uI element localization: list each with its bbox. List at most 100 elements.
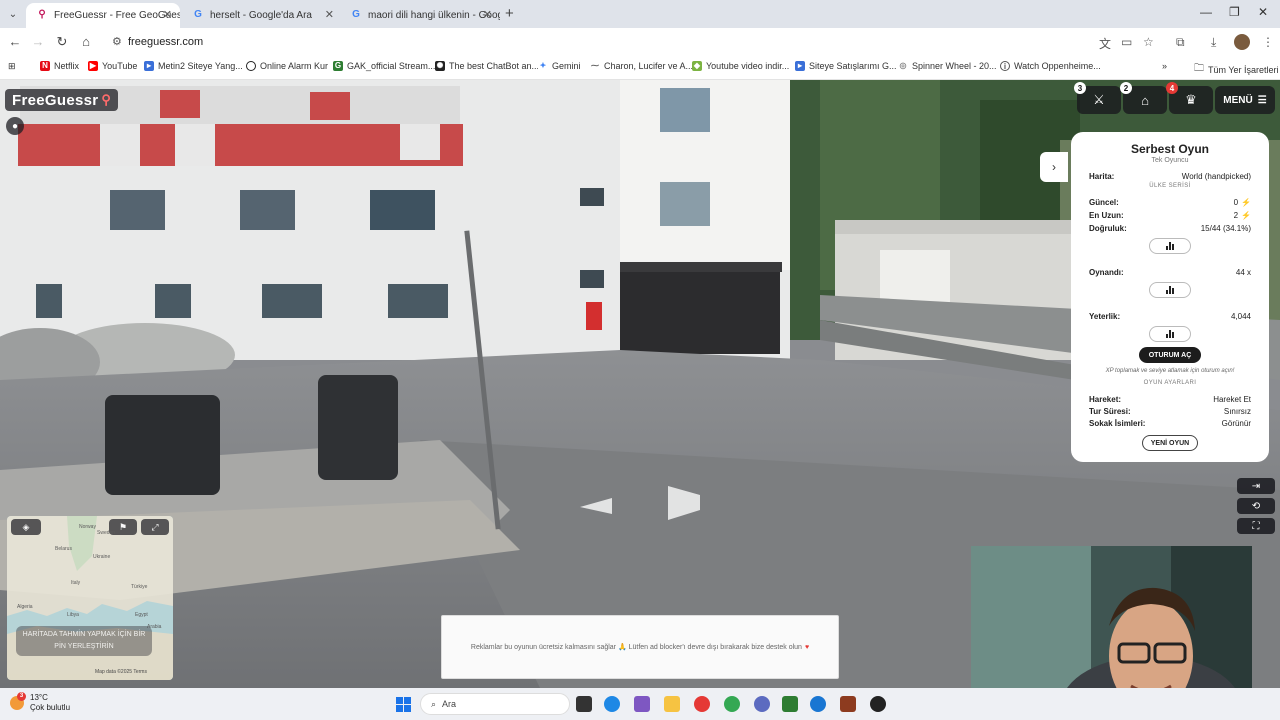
- weather-condition: Çok bulutlu: [30, 703, 71, 712]
- weather-badge: 3: [17, 692, 26, 701]
- bookmark-gak[interactable]: G GAK_official Stream...: [333, 61, 435, 71]
- restore-button[interactable]: ❐: [1229, 5, 1240, 19]
- stats-button[interactable]: [1149, 238, 1191, 254]
- bookmark-metin2[interactable]: ▸ Metin2 Siteye Yang...: [144, 61, 243, 71]
- login-note: XP toplamak ve seviye atlamak için oturu…: [1105, 368, 1235, 374]
- url-text: freeguessr.com: [128, 36, 204, 48]
- reload-button[interactable]: ↻: [54, 34, 70, 50]
- tab-bar: ⌄ ⚲ FreeGuessr - Free GeoGuessr A ✕ G he…: [0, 0, 1280, 28]
- profile-avatar[interactable]: [1234, 34, 1250, 50]
- close-icon[interactable]: ✕: [163, 8, 172, 21]
- streamer-face-image: [971, 546, 1252, 688]
- skill-row: Yeterlik: 4,044: [1089, 312, 1251, 321]
- chevron-right-icon: ›: [1052, 160, 1056, 174]
- excel-icon[interactable]: [782, 696, 798, 712]
- media-player-icon[interactable]: [694, 696, 710, 712]
- more-menu-icon[interactable]: ⋮: [1262, 35, 1274, 49]
- bolt-icon: ⚡: [1241, 198, 1251, 207]
- copilot-icon[interactable]: [634, 696, 650, 712]
- bar-chart-icon: [1166, 286, 1174, 294]
- played-row: Oynandı: 44 x: [1089, 268, 1251, 277]
- search-icon: ⌕: [431, 698, 437, 709]
- chrome-icon[interactable]: [724, 696, 740, 712]
- stats-button[interactable]: [1149, 282, 1191, 298]
- bookmark-youtube-download[interactable]: ◆ Youtube video indir...: [692, 61, 789, 71]
- game-icon[interactable]: [840, 696, 856, 712]
- taskbar-search[interactable]: ⌕ Ara: [420, 693, 570, 715]
- back-button[interactable]: ←: [7, 34, 23, 49]
- tab-freeguessr[interactable]: ⚲ FreeGuessr - Free GeoGuessr A ✕: [26, 3, 180, 28]
- place-pin-hint: HARİTADA TAHMİN YAPMAK İÇİN BİR PİN YERL…: [16, 626, 152, 656]
- bookmark-youtube[interactable]: ▶ YouTube: [88, 61, 137, 71]
- store-button[interactable]: 2 ⌂: [1120, 82, 1167, 114]
- extensions-icon[interactable]: ⧉: [1176, 35, 1185, 50]
- bar-chart-icon: [1166, 330, 1174, 338]
- menu-button[interactable]: MENÜ ☰: [1215, 86, 1275, 114]
- expand-arrow-icon[interactable]: ⇥: [1237, 478, 1275, 494]
- collapse-panel-button[interactable]: ›: [1040, 152, 1068, 182]
- user-icon[interactable]: ●: [6, 117, 24, 135]
- app-icon[interactable]: [810, 696, 826, 712]
- new-tab-button[interactable]: +: [505, 5, 514, 22]
- minimize-button[interactable]: —: [1200, 5, 1212, 19]
- layers-icon[interactable]: ◈: [11, 519, 41, 535]
- section-settings: OYUN AYARLARI: [1143, 380, 1197, 386]
- browser-toolbar: ← → ↻ ⌂ ⚙ freeguessr.com 文 ▭ ☆ ⧉ ⤓ ⋮: [0, 28, 1280, 56]
- site-info-icon[interactable]: ⚙: [112, 35, 122, 48]
- fullscreen-icon[interactable]: ⛶: [1237, 518, 1275, 534]
- new-game-button[interactable]: YENİ OYUN: [1142, 435, 1198, 451]
- web-icon: ⁓: [590, 61, 600, 71]
- bookmark-spinner[interactable]: ◎ Spinner Wheel - 20...: [898, 61, 997, 71]
- more-bookmarks-icon[interactable]: »: [1162, 61, 1167, 71]
- cast-icon[interactable]: ▭: [1121, 35, 1132, 49]
- bookmark-charon[interactable]: ⁓ Charon, Lucifer ve A...: [590, 61, 693, 71]
- undo-icon[interactable]: ⟲: [1237, 498, 1275, 514]
- round-time-row: Tur Süresi: Sınırsız: [1089, 406, 1251, 416]
- windows-taskbar: 3 13°C Çok bulutlu ⌕ Ara: [0, 688, 1280, 720]
- close-window-button[interactable]: ✕: [1258, 5, 1268, 19]
- tab-google-search-2[interactable]: G maori dili hangi ülkenin - Goog ✕: [340, 3, 500, 28]
- download-icon: ◆: [692, 61, 702, 71]
- task-view-icon[interactable]: [576, 696, 592, 712]
- trophy-button[interactable]: 4 ♛: [1166, 82, 1213, 114]
- address-bar[interactable]: ⚙ freeguessr.com: [102, 30, 1122, 54]
- file-explorer-icon[interactable]: [664, 696, 680, 712]
- close-icon[interactable]: ✕: [325, 8, 334, 21]
- discord-icon[interactable]: [754, 696, 770, 712]
- bookmark-netflix[interactable]: N Netflix: [40, 61, 79, 71]
- battle-button[interactable]: 3 ⚔: [1074, 82, 1121, 114]
- freeguessr-logo[interactable]: FreeGuessr ⚲: [5, 89, 119, 111]
- guess-minimap[interactable]: ◈ ⚑ ⤢ Norway Sweden Belarus Ukraine Türk…: [7, 516, 173, 680]
- trophy-count-badge: 4: [1166, 82, 1178, 94]
- map-pin-icon: ⚲: [101, 92, 112, 107]
- bookmark-icon: ▸: [795, 61, 805, 71]
- tab-search-button[interactable]: ⌄: [4, 5, 22, 23]
- stats-button[interactable]: [1149, 326, 1191, 342]
- tab-google-search-1[interactable]: G herselt - Google'da Ara ✕: [182, 3, 342, 28]
- obs-icon[interactable]: [870, 696, 886, 712]
- bookmark-alarm[interactable]: Online Alarm Kur: [246, 61, 328, 71]
- game-area: FreeGuessr ⚲ ● 3 ⚔ 2 ⌂ 4 ♛ MENÜ ☰ › Serb…: [0, 80, 1280, 688]
- bookmark-satis[interactable]: ▸ Siteye Satışlarımı G...: [795, 61, 897, 71]
- apps-icon[interactable]: ⊞: [8, 61, 16, 72]
- login-button[interactable]: OTURUM AÇ: [1139, 347, 1201, 363]
- bookmark-star-icon[interactable]: ☆: [1143, 35, 1154, 49]
- all-bookmarks-folder[interactable]: 🗀 Tüm Yer İşaretleri: [1194, 61, 1279, 78]
- accuracy-row: Doğruluk: 15/44 (34.1%): [1089, 224, 1251, 233]
- translate-icon[interactable]: 文: [1099, 35, 1111, 52]
- bookmark-icon: ▸: [144, 61, 154, 71]
- close-icon[interactable]: ✕: [483, 8, 492, 21]
- top-action-bar: 3 ⚔ 2 ⌂ 4 ♛ MENÜ ☰: [1074, 82, 1275, 114]
- longest-streak-row: En Uzun: 2 ⚡: [1089, 211, 1251, 220]
- enlarge-map-icon[interactable]: ⤢: [141, 519, 169, 535]
- bookmark-oppenheimer[interactable]: i Watch Oppenheime...: [1000, 61, 1101, 71]
- clock-icon: [246, 61, 256, 71]
- edge-icon[interactable]: [604, 696, 620, 712]
- home-button[interactable]: ⌂: [78, 34, 94, 49]
- forward-button[interactable]: →: [30, 34, 46, 49]
- bookmark-gemini[interactable]: ✦ Gemini: [538, 61, 581, 71]
- weather-widget[interactable]: 3 13°C Çok bulutlu: [10, 692, 71, 713]
- start-button[interactable]: [396, 697, 411, 712]
- download-icon[interactable]: ⤓: [1211, 35, 1216, 50]
- bookmark-chatbot[interactable]: ✺ The best ChatBot an...: [435, 61, 539, 71]
